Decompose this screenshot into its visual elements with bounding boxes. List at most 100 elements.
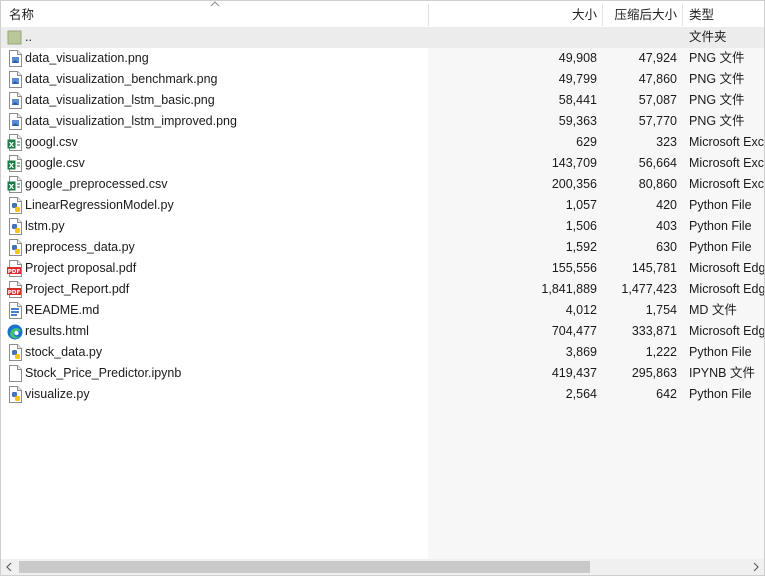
file-row[interactable]: lstm.py 1,506 403 Python File <box>1 216 764 237</box>
file-type: Python File <box>689 219 752 233</box>
markdown-file-icon <box>7 302 23 319</box>
file-size: 3,869 <box>565 345 597 359</box>
file-row[interactable]: Stock_Price_Predictor.ipynb 419,437 295,86… <box>1 363 764 384</box>
file-packed-size: 295,863 <box>631 366 677 380</box>
python-file-icon <box>7 344 23 361</box>
file-size: 49,799 <box>558 72 597 86</box>
column-header-name[interactable]: 名称 <box>9 1 34 28</box>
file-size: 155,556 <box>551 261 597 275</box>
file-packed-size: 47,924 <box>638 51 677 65</box>
file-name: google_preprocessed.csv <box>25 177 168 191</box>
file-type: Microsoft Excel <box>689 135 764 149</box>
pdf-file-icon: PDF <box>7 260 23 277</box>
file-size: 49,908 <box>558 51 597 65</box>
file-packed-size: 1,477,423 <box>621 282 677 296</box>
file-name: lstm.py <box>25 219 65 233</box>
column-divider[interactable] <box>428 4 429 26</box>
file-size: 58,441 <box>558 93 597 107</box>
file-size: 419,437 <box>551 366 597 380</box>
file-size: 704,477 <box>551 324 597 338</box>
png-file-icon <box>7 92 23 109</box>
file-name: visualize.py <box>25 387 90 401</box>
file-name: Project proposal.pdf <box>25 261 137 275</box>
file-row[interactable]: data_visualization.png 49,908 47,924 PNG 文件 <box>1 48 764 69</box>
svg-text:X: X <box>9 183 15 191</box>
sort-ascending-icon <box>210 1 220 7</box>
file-row[interactable]: visualize.py 2,564 642 Python File <box>1 384 764 405</box>
parent-folder-row[interactable]: .. 文件夹 <box>1 27 764 48</box>
file-name: data_visualization_benchmark.png <box>25 72 218 86</box>
file-packed-size: 1,222 <box>645 345 677 359</box>
file-type: Microsoft Edge <box>689 324 764 338</box>
file-row[interactable]: README.md 4,012 1,754 MD 文件 <box>1 300 764 321</box>
excel-file-icon: X <box>7 155 23 172</box>
column-header-packed-size[interactable]: 压缩后大小 <box>601 1 677 28</box>
excel-file-icon: X <box>7 176 23 193</box>
file-packed-size: 80,860 <box>638 177 677 191</box>
file-size: 1,057 <box>565 198 597 212</box>
file-packed-size: 47,860 <box>638 72 677 86</box>
edge-html-file-icon <box>7 323 23 340</box>
file-name: .. <box>25 30 32 44</box>
file-packed-size: 630 <box>656 240 677 254</box>
file-packed-size: 642 <box>656 387 677 401</box>
file-type: Microsoft Excel <box>689 156 764 170</box>
archive-file-list-window: 名称 大小 压缩后大小 类型 .. 文件夹 data_visualization.p… <box>0 0 765 576</box>
file-row[interactable]: PDF Project_Report.pdf 1,841,889 1,477,423 M… <box>1 279 764 300</box>
column-divider[interactable] <box>682 4 683 26</box>
svg-text:PDF: PDF <box>8 269 21 275</box>
png-file-icon <box>7 50 23 67</box>
file-packed-size: 333,871 <box>631 324 677 338</box>
python-file-icon <box>7 239 23 256</box>
scrollbar-thumb[interactable] <box>19 561 590 573</box>
blank-file-icon <box>7 365 23 382</box>
file-name: stock_data.py <box>25 345 103 359</box>
file-name: data_visualization_lstm_basic.png <box>25 93 215 107</box>
file-type: Microsoft Excel <box>689 177 764 191</box>
file-name: results.html <box>25 324 89 338</box>
file-row[interactable]: Xgoogle.csv 143,709 56,664 Microsoft Excel <box>1 153 764 174</box>
file-row[interactable]: stock_data.py 3,869 1,222 Python File <box>1 342 764 363</box>
file-row[interactable]: results.html 704,477 333,871 Microsoft Edge <box>1 321 764 342</box>
scroll-left-icon[interactable] <box>1 559 18 575</box>
file-row[interactable]: data_visualization_lstm_improved.png 59,3… <box>1 111 764 132</box>
scroll-right-icon[interactable] <box>747 559 764 575</box>
column-header-type[interactable]: 类型 <box>689 1 714 28</box>
svg-text:PDF: PDF <box>8 290 21 296</box>
file-name: data_visualization_lstm_improved.png <box>25 114 237 128</box>
svg-text:X: X <box>9 162 15 170</box>
file-row[interactable]: preprocess_data.py 1,592 630 Python File <box>1 237 764 258</box>
file-size: 1,592 <box>565 240 597 254</box>
file-size: 4,012 <box>565 303 597 317</box>
file-row[interactable]: LinearRegressionModel.py 1,057 420 Python F… <box>1 195 764 216</box>
file-size: 629 <box>576 135 597 149</box>
file-name: googl.csv <box>25 135 78 149</box>
file-name: preprocess_data.py <box>25 240 135 254</box>
file-type: Microsoft Edge <box>689 261 764 275</box>
python-file-icon <box>7 197 23 214</box>
file-size <box>431 27 597 48</box>
python-file-icon <box>7 386 23 403</box>
pdf-file-icon: PDF <box>7 281 23 298</box>
file-type: 文件夹 <box>689 30 727 44</box>
png-file-icon <box>7 71 23 88</box>
svg-text:X: X <box>9 141 15 149</box>
file-packed-size: 323 <box>656 135 677 149</box>
file-size: 143,709 <box>551 156 597 170</box>
file-row[interactable]: Xgoogl.csv 629 323 Microsoft Excel <box>1 132 764 153</box>
file-name: data_visualization.png <box>25 51 149 65</box>
file-row[interactable]: Xgoogle_preprocessed.csv 200,356 80,860 Mic… <box>1 174 764 195</box>
file-type: IPYNB 文件 <box>689 366 755 380</box>
file-packed-size: 403 <box>656 219 677 233</box>
file-packed-size: 57,087 <box>638 93 677 107</box>
png-file-icon <box>7 113 23 130</box>
file-packed-size: 57,770 <box>638 114 677 128</box>
horizontal-scrollbar[interactable] <box>1 559 764 575</box>
file-row[interactable]: PDF Project proposal.pdf 155,556 145,781 Mic… <box>1 258 764 279</box>
file-type: PNG 文件 <box>689 51 745 65</box>
file-row[interactable]: data_visualization_lstm_basic.png 58,441 5… <box>1 90 764 111</box>
column-header-size[interactable]: 大小 <box>431 1 597 28</box>
file-packed-size: 420 <box>656 198 677 212</box>
file-row[interactable]: data_visualization_benchmark.png 49,799 47… <box>1 69 764 90</box>
file-size: 1,841,889 <box>541 282 597 296</box>
